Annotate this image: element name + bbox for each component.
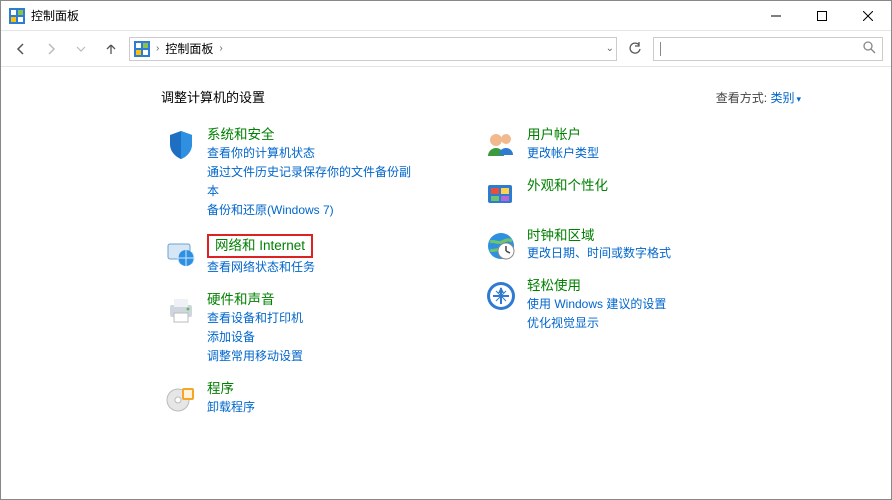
back-button[interactable] bbox=[9, 37, 33, 61]
personalization-icon bbox=[481, 177, 521, 213]
category-sub[interactable]: 调整常用移动设置 bbox=[207, 347, 421, 366]
printer-icon bbox=[161, 291, 201, 366]
clock-globe-icon bbox=[481, 227, 521, 264]
category-heading[interactable]: 程序 bbox=[207, 381, 234, 396]
chevron-down-icon[interactable]: ⌄ bbox=[606, 43, 614, 54]
category-network-internet: 网络和 Internet 查看网络状态和任务 bbox=[161, 234, 421, 277]
category-sub[interactable]: 卸载程序 bbox=[207, 398, 421, 417]
category-sub[interactable]: 查看设备和打印机 bbox=[207, 309, 421, 328]
category-heading[interactable]: 外观和个性化 bbox=[527, 178, 608, 193]
category-sub[interactable]: 查看网络状态和任务 bbox=[207, 258, 421, 277]
category-sub[interactable]: 备份和还原(Windows 7) bbox=[207, 201, 421, 220]
category-heading-highlighted[interactable]: 网络和 Internet bbox=[207, 234, 313, 258]
content: 调整计算机的设置 查看方式: 类别▾ 系统和安全 查看你的计算机状态 通过文件历… bbox=[1, 67, 891, 451]
titlebar: 控制面板 bbox=[1, 1, 891, 31]
up-button[interactable] bbox=[99, 37, 123, 61]
category-heading[interactable]: 硬件和声音 bbox=[207, 292, 275, 307]
right-column: 用户帐户 更改帐户类型 外观和个性化 时钟和区域 更改日期、时间或数字格 bbox=[481, 126, 741, 431]
window-title: 控制面板 bbox=[31, 7, 753, 24]
category-sub[interactable]: 更改日期、时间或数字格式 bbox=[527, 244, 741, 263]
category-heading[interactable]: 用户帐户 bbox=[527, 127, 581, 142]
shield-icon bbox=[161, 126, 201, 220]
refresh-button[interactable] bbox=[623, 37, 647, 61]
view-by-label: 查看方式: bbox=[716, 91, 767, 105]
category-sub[interactable]: 添加设备 bbox=[207, 328, 421, 347]
category-system-security: 系统和安全 查看你的计算机状态 通过文件历史记录保存你的文件备份副本 备份和还原… bbox=[161, 126, 421, 220]
globe-monitor-icon bbox=[161, 234, 201, 277]
ease-of-access-icon bbox=[481, 277, 521, 333]
category-sub[interactable]: 通过文件历史记录保存你的文件备份副本 bbox=[207, 163, 421, 201]
control-panel-icon bbox=[134, 41, 150, 57]
control-panel-icon bbox=[9, 8, 25, 24]
category-hardware-sound: 硬件和声音 查看设备和打印机 添加设备 调整常用移动设置 bbox=[161, 291, 421, 366]
category-clock-region: 时钟和区域 更改日期、时间或数字格式 bbox=[481, 227, 741, 264]
caret-icon bbox=[660, 42, 661, 56]
category-sub[interactable]: 使用 Windows 建议的设置 bbox=[527, 295, 741, 314]
category-heading[interactable]: 轻松使用 bbox=[527, 278, 581, 293]
category-sub[interactable]: 优化视觉显示 bbox=[527, 314, 741, 333]
view-by-dropdown[interactable]: 类别▾ bbox=[770, 91, 801, 105]
minimize-button[interactable] bbox=[753, 1, 799, 31]
left-column: 系统和安全 查看你的计算机状态 通过文件历史记录保存你的文件备份副本 备份和还原… bbox=[161, 126, 421, 431]
breadcrumb[interactable]: › 控制面板 › ⌄ bbox=[129, 37, 617, 61]
search-icon bbox=[862, 40, 876, 57]
user-accounts-icon bbox=[481, 126, 521, 163]
maximize-button[interactable] bbox=[799, 1, 845, 31]
category-heading[interactable]: 时钟和区域 bbox=[527, 228, 595, 243]
recent-locations-button[interactable] bbox=[69, 37, 93, 61]
search-input[interactable] bbox=[653, 37, 883, 61]
view-by: 查看方式: 类别▾ bbox=[716, 89, 801, 106]
category-user-accounts: 用户帐户 更改帐户类型 bbox=[481, 126, 741, 163]
navbar: › 控制面板 › ⌄ bbox=[1, 31, 891, 67]
category-heading[interactable]: 系统和安全 bbox=[207, 127, 275, 142]
chevron-down-icon: ▾ bbox=[794, 94, 801, 104]
category-appearance: 外观和个性化 bbox=[481, 177, 741, 213]
content-header: 调整计算机的设置 查看方式: 类别▾ bbox=[161, 87, 801, 106]
chevron-right-icon: › bbox=[154, 43, 161, 54]
category-grid: 系统和安全 查看你的计算机状态 通过文件历史记录保存你的文件备份副本 备份和还原… bbox=[161, 126, 861, 431]
programs-icon bbox=[161, 380, 201, 417]
category-sub[interactable]: 更改帐户类型 bbox=[527, 144, 741, 163]
category-ease-of-access: 轻松使用 使用 Windows 建议的设置 优化视觉显示 bbox=[481, 277, 741, 333]
close-button[interactable] bbox=[845, 1, 891, 31]
category-sub[interactable]: 查看你的计算机状态 bbox=[207, 144, 421, 163]
chevron-right-icon: › bbox=[217, 43, 224, 54]
forward-button[interactable] bbox=[39, 37, 63, 61]
breadcrumb-root[interactable]: 控制面板 bbox=[165, 40, 213, 57]
page-title: 调整计算机的设置 bbox=[161, 87, 265, 106]
category-programs: 程序 卸载程序 bbox=[161, 380, 421, 417]
